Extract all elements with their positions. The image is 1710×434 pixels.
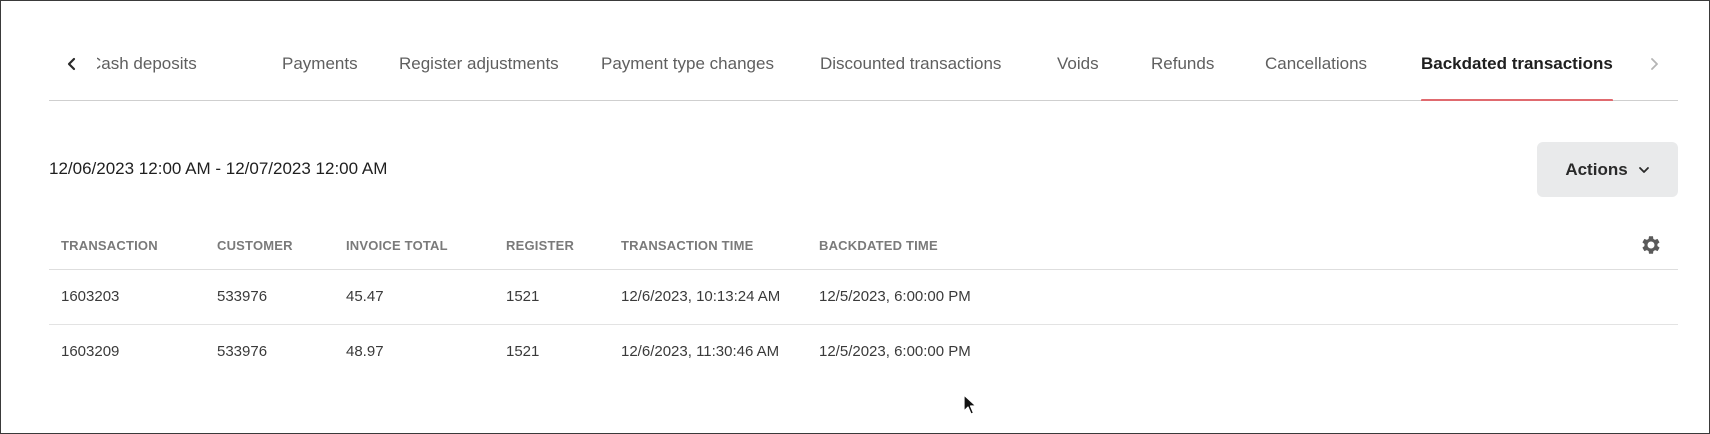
cell-transaction: 1603203 <box>61 288 120 305</box>
date-range-label: 12/06/2023 12:00 AM - 12/07/2023 12:00 A… <box>49 159 388 178</box>
report-tab-bar: Cash deposits Payments Register adjustme… <box>49 39 1678 101</box>
cell-register: 1521 <box>506 288 540 305</box>
app-frame: Cash deposits Payments Register adjustme… <box>0 0 1710 434</box>
chevron-right-icon <box>1651 58 1658 70</box>
column-header-customer[interactable]: CUSTOMER <box>217 238 293 253</box>
tab-backdated-transactions[interactable]: Backdated transactions <box>1421 51 1613 101</box>
mouse-cursor-icon <box>963 394 977 415</box>
tab-scroll-right-button[interactable] <box>1641 51 1667 77</box>
cell-register: 1521 <box>506 343 540 360</box>
tab-strip: Cash deposits Payments Register adjustme… <box>97 39 1637 101</box>
actions-button-label: Actions <box>1565 159 1628 179</box>
gear-icon[interactable] <box>1639 233 1663 257</box>
tab-payment-type-changes[interactable]: Payment type changes <box>601 51 774 101</box>
tab-payments[interactable]: Payments <box>282 51 358 101</box>
tab-discounted-transactions[interactable]: Discounted transactions <box>820 51 1001 101</box>
table-row[interactable]: 1603209 533976 48.97 1521 12/6/2023, 11:… <box>49 325 1678 380</box>
chevron-left-icon <box>67 57 76 71</box>
cell-invoice-total: 45.47 <box>346 288 384 305</box>
table-header: TRANSACTION CUSTOMER INVOICE TOTAL REGIS… <box>49 221 1678 270</box>
cell-transaction: 1603209 <box>61 343 120 360</box>
tab-cash-deposits[interactable]: Cash deposits <box>97 51 197 101</box>
cell-transaction-time: 12/6/2023, 11:30:46 AM <box>621 343 780 360</box>
cell-invoice-total: 48.97 <box>346 343 384 360</box>
tab-refunds[interactable]: Refunds <box>1151 51 1214 101</box>
tab-cancellations[interactable]: Cancellations <box>1265 51 1367 101</box>
column-header-register[interactable]: REGISTER <box>506 238 574 253</box>
cell-backdated-time: 12/5/2023, 6:00:00 PM <box>819 288 971 305</box>
tab-register-adjustments[interactable]: Register adjustments <box>399 51 559 101</box>
cell-backdated-time: 12/5/2023, 6:00:00 PM <box>819 343 971 360</box>
cell-customer: 533976 <box>217 343 268 360</box>
column-header-invoice-total[interactable]: INVOICE TOTAL <box>346 238 448 253</box>
actions-button[interactable]: Actions <box>1537 142 1678 197</box>
cell-transaction-time: 12/6/2023, 10:13:24 AM <box>621 288 781 305</box>
backdated-transactions-table: TRANSACTION CUSTOMER INVOICE TOTAL REGIS… <box>49 221 1678 380</box>
column-header-transaction[interactable]: TRANSACTION <box>61 238 158 253</box>
column-header-transaction-time[interactable]: TRANSACTION TIME <box>621 238 753 253</box>
table-row[interactable]: 1603203 533976 45.47 1521 12/6/2023, 10:… <box>49 270 1678 325</box>
chevron-down-icon <box>1638 166 1649 173</box>
column-header-backdated-time[interactable]: BACKDATED TIME <box>819 238 938 253</box>
tab-voids[interactable]: Voids <box>1057 51 1099 101</box>
cell-customer: 533976 <box>217 288 268 305</box>
tab-scroll-left-button[interactable] <box>59 51 85 77</box>
